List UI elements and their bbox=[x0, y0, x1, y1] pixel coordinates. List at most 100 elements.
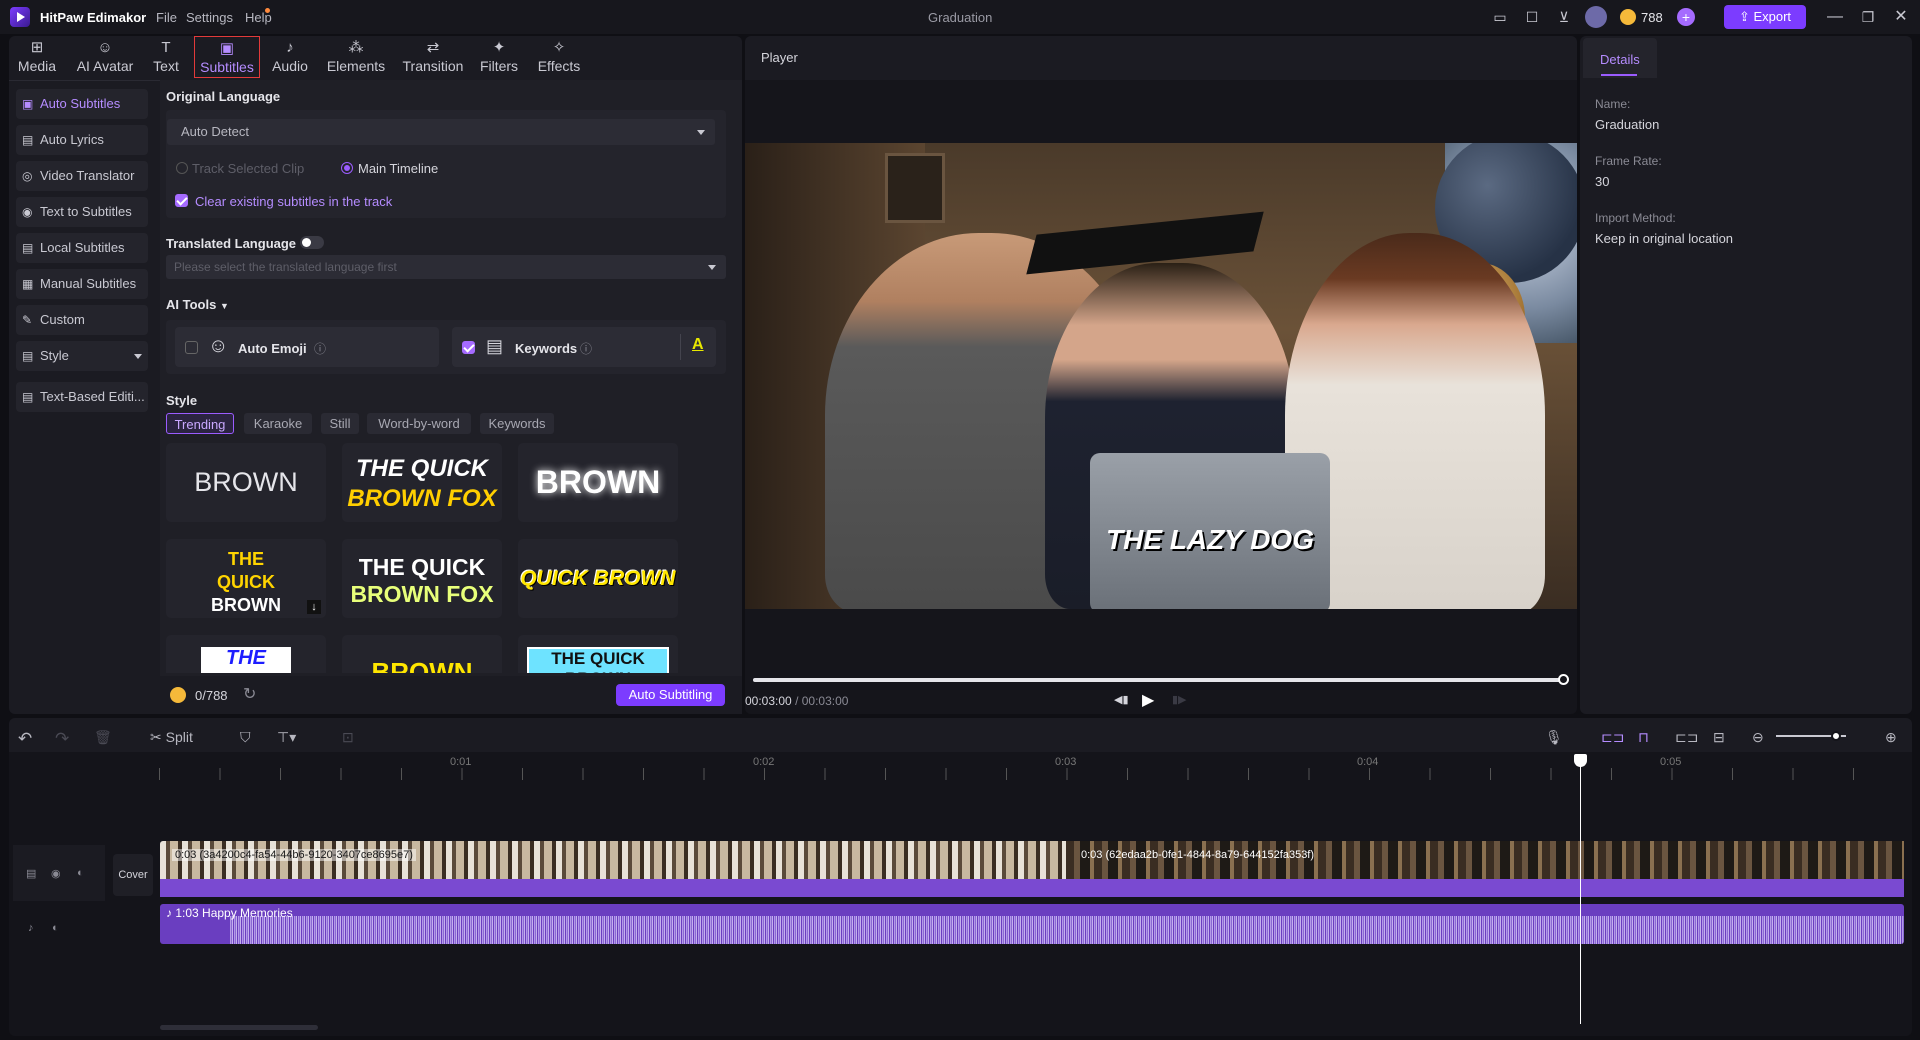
sidebar-item-text-to-subtitles[interactable]: ◉ Text to Subtitles bbox=[16, 197, 148, 227]
play-icon[interactable]: ▶ bbox=[1142, 690, 1154, 710]
tab-elements[interactable]: ⁂ Elements bbox=[324, 36, 388, 78]
auto-subtitling-button[interactable]: Auto Subtitling bbox=[616, 684, 725, 706]
split-view-icon[interactable]: ⊏⊐ bbox=[1675, 729, 1698, 746]
add-credits-icon[interactable]: + bbox=[1677, 8, 1695, 26]
link-icon[interactable]: ⊏⊐ bbox=[1601, 729, 1624, 746]
ai-tools-title[interactable]: AI Tools ▼ bbox=[166, 297, 229, 312]
progress-bar[interactable] bbox=[753, 678, 1565, 682]
layout-icon[interactable]: ▭ bbox=[1489, 6, 1511, 28]
menu-file[interactable]: File bbox=[156, 10, 177, 25]
close-icon[interactable]: ✕ bbox=[1890, 6, 1912, 28]
language-dropdown[interactable]: Auto Detect bbox=[167, 119, 715, 145]
style-tab-keywords[interactable]: Keywords bbox=[480, 413, 554, 434]
coin-icon bbox=[1620, 9, 1636, 25]
keywords-checkbox[interactable] bbox=[462, 341, 475, 354]
next-frame-icon[interactable]: ▮▶ bbox=[1172, 693, 1187, 706]
audio-clip-label: ♪ 1:03 Happy Memories bbox=[166, 906, 293, 920]
playhead-handle[interactable] bbox=[1574, 754, 1587, 767]
toggle-knob bbox=[302, 238, 311, 247]
zoom-slider-knob[interactable] bbox=[1830, 731, 1841, 741]
style-tab-still[interactable]: Still bbox=[321, 413, 359, 434]
tab-transition[interactable]: ⇄ Transition bbox=[399, 36, 467, 78]
style-thumb[interactable]: THE QUICK BROWN FOX bbox=[342, 443, 502, 522]
delete-icon[interactable]: 🗑 bbox=[94, 729, 112, 746]
translated-toggle[interactable] bbox=[300, 236, 324, 249]
split-button[interactable]: ✂ Split bbox=[150, 729, 193, 746]
horizontal-scrollbar[interactable] bbox=[160, 1025, 318, 1030]
import-method-value: Keep in original location bbox=[1595, 231, 1734, 246]
tab-ai-avatar[interactable]: ☺ AI Avatar bbox=[73, 36, 137, 78]
clear-subtitles-checkbox[interactable] bbox=[175, 194, 188, 207]
lyrics-icon: ▤ bbox=[22, 133, 34, 147]
style-thumb[interactable]: BROWN bbox=[166, 443, 326, 522]
undo-icon[interactable]: ↶ bbox=[18, 729, 32, 749]
filters-icon: ✦ bbox=[492, 39, 506, 56]
download-icon[interactable]: ↓ bbox=[307, 600, 321, 614]
sidebar-item-video-translator[interactable]: ◎ Video Translator bbox=[16, 161, 148, 191]
radio-main-timeline[interactable] bbox=[341, 162, 353, 174]
magnet-icon[interactable]: ⊓ bbox=[1638, 729, 1649, 746]
subtitle-track-bar[interactable] bbox=[160, 879, 1904, 897]
style-thumb[interactable]: BROWN bbox=[342, 635, 502, 673]
volume-icon[interactable]: ◐ bbox=[52, 922, 59, 934]
style-tab-trending[interactable]: Trending bbox=[166, 413, 234, 434]
style-thumb[interactable]: THE QUICK BROWN ↓ bbox=[166, 539, 326, 618]
sidebar-item-auto-subtitles[interactable]: ▣ Auto Subtitles bbox=[16, 89, 148, 119]
feedback-icon[interactable]: ☐ bbox=[1521, 6, 1543, 28]
radio-track-selected[interactable] bbox=[176, 162, 188, 174]
tab-details[interactable]: Details bbox=[1600, 52, 1640, 67]
translated-language-dropdown[interactable]: Please select the translated language fi… bbox=[166, 255, 726, 279]
info-icon[interactable]: ⓘ bbox=[314, 340, 326, 357]
track-icon[interactable]: ▤ bbox=[26, 867, 36, 880]
tab-audio[interactable]: ♪ Audio bbox=[266, 36, 314, 78]
progress-handle[interactable] bbox=[1558, 674, 1569, 685]
minimize-icon[interactable]: — bbox=[1824, 6, 1846, 28]
volume-icon[interactable]: ◐ bbox=[77, 867, 84, 879]
style-thumb[interactable]: BROWN bbox=[518, 443, 678, 522]
crop-icon[interactable]: ⊡ bbox=[342, 729, 354, 746]
audio-clip[interactable] bbox=[160, 904, 1904, 944]
style-thumb[interactable]: QUICK BROWN bbox=[518, 539, 678, 618]
tab-subtitles[interactable]: ▣ Subtitles bbox=[194, 36, 260, 78]
style-thumb[interactable]: THE QUICK bbox=[166, 635, 326, 673]
text-color-icon[interactable]: A bbox=[692, 336, 704, 354]
music-icon[interactable]: ♪ bbox=[28, 922, 34, 934]
microphone-icon[interactable]: 🎙 bbox=[1545, 729, 1563, 746]
text-tool-icon[interactable]: ⊤▾ bbox=[277, 729, 296, 746]
style-thumb[interactable]: THE QUICK BROWN bbox=[518, 635, 678, 673]
tab-media[interactable]: ⊞ Media bbox=[9, 36, 65, 78]
tab-effects[interactable]: ✧ Effects bbox=[533, 36, 585, 78]
video-frame[interactable]: THE LAZY DOG bbox=[745, 143, 1577, 609]
info-icon[interactable]: ⓘ bbox=[580, 340, 592, 357]
style-tab-karaoke[interactable]: Karaoke bbox=[244, 413, 312, 434]
name-value: Graduation bbox=[1595, 117, 1660, 132]
zoom-out-icon[interactable]: ⊖ bbox=[1752, 729, 1764, 746]
sidebar-item-manual-subtitles[interactable]: ▦ Manual Subtitles bbox=[16, 269, 148, 299]
sidebar-item-custom[interactable]: ✎ Custom bbox=[16, 305, 148, 335]
eye-icon[interactable]: ◉ bbox=[51, 867, 61, 880]
download-icon[interactable]: ⊻ bbox=[1553, 6, 1575, 28]
sidebar-item-local-subtitles[interactable]: ▤ Local Subtitles bbox=[16, 233, 148, 263]
restore-icon[interactable]: ❐ bbox=[1857, 6, 1879, 28]
export-button[interactable]: ⇪ Export bbox=[1724, 5, 1806, 29]
redo-icon[interactable]: ↷ bbox=[55, 729, 69, 749]
sidebar-item-auto-lyrics[interactable]: ▤ Auto Lyrics bbox=[16, 125, 148, 155]
playhead[interactable] bbox=[1580, 758, 1581, 1024]
cover-button[interactable]: Cover bbox=[113, 854, 153, 896]
tab-filters[interactable]: ✦ Filters bbox=[475, 36, 523, 78]
style-thumb[interactable]: THE QUICK BROWN FOX bbox=[342, 539, 502, 618]
auto-emoji-checkbox[interactable] bbox=[185, 341, 198, 354]
zoom-in-icon[interactable]: ⊕ bbox=[1885, 729, 1897, 746]
refresh-icon[interactable]: ↻ bbox=[243, 684, 256, 704]
chevron-down-icon bbox=[697, 130, 705, 135]
avatar[interactable] bbox=[1585, 6, 1607, 28]
menu-settings[interactable]: Settings bbox=[186, 10, 233, 25]
video-clip-label: 0:03 (62edaa2b-0fe1-4844-8a79-644152fa35… bbox=[1081, 849, 1315, 861]
fit-icon[interactable]: ⊟ bbox=[1713, 729, 1725, 746]
sidebar-item-text-based-editing[interactable]: ▤ Text-Based Editi... bbox=[16, 382, 148, 412]
prev-frame-icon[interactable]: ◀▮ bbox=[1114, 693, 1129, 706]
marker-icon[interactable]: ⛉ bbox=[240, 729, 251, 746]
style-tab-word-by-word[interactable]: Word-by-word bbox=[367, 413, 471, 434]
tab-text[interactable]: T Text bbox=[146, 36, 186, 78]
sidebar-item-style[interactable]: ▤ Style bbox=[16, 341, 148, 371]
